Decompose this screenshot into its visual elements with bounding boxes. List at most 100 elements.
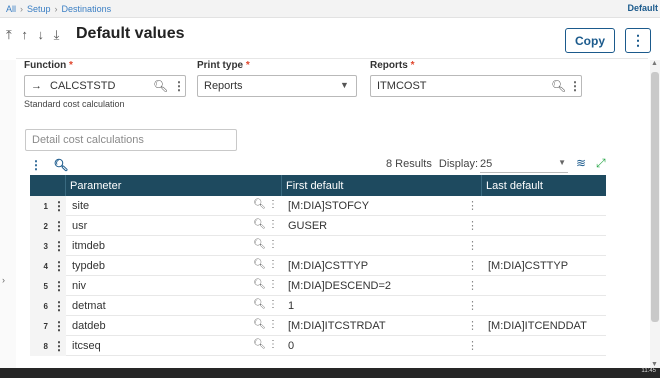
- parameter-cell-icons[interactable]: 🔍︎⋮: [253, 219, 280, 230]
- first-default-cell[interactable]: 1 ⋮: [282, 296, 482, 316]
- record-navigation-arrows[interactable]: ⤒ ↑ ↓ ⤓: [6, 27, 62, 43]
- table-row[interactable]: 6 ⋮ detmat 🔍︎⋮ 1 ⋮: [30, 296, 606, 316]
- scroll-thumb[interactable]: [651, 72, 659, 322]
- first-default-more-icon[interactable]: ⋮: [467, 199, 478, 212]
- first-default-cell[interactable]: [M:DIA]DESCEND=2 ⋮: [282, 276, 482, 296]
- grid-search-icon[interactable]: 🔍︎: [53, 158, 68, 172]
- row-actions-icon[interactable]: ⋮: [52, 216, 66, 236]
- first-default-cell[interactable]: ⋮: [282, 236, 482, 256]
- parameter-value: site: [72, 200, 90, 212]
- title-bar: ⤒ ↑ ↓ ⤓ Default values Copy ⋮: [0, 18, 660, 58]
- reports-value: ITMCOST: [377, 80, 427, 92]
- copy-button[interactable]: Copy: [565, 28, 615, 53]
- parameter-cell-icons[interactable]: 🔍︎⋮: [253, 279, 280, 290]
- parameter-cell[interactable]: typdeb 🔍︎⋮: [66, 256, 282, 276]
- row-number: 7: [30, 316, 52, 336]
- parameter-cell[interactable]: usr 🔍︎⋮: [66, 216, 282, 236]
- first-default-cell[interactable]: GUSER ⋮: [282, 216, 482, 236]
- parameter-value: typdeb: [72, 260, 106, 272]
- page-title: Default values: [76, 25, 185, 42]
- first-default-more-icon[interactable]: ⋮: [467, 219, 478, 232]
- first-default-cell[interactable]: [M:DIA]CSTTYP ⋮: [282, 256, 482, 276]
- row-number: 2: [30, 216, 52, 236]
- last-default-cell[interactable]: [482, 236, 606, 256]
- breadcrumb-separator: ›: [54, 3, 58, 14]
- last-default-cell[interactable]: [482, 336, 606, 356]
- parameter-value: niv: [72, 280, 87, 292]
- table-row[interactable]: 8 ⋮ itcseq 🔍︎⋮ 0 ⋮: [30, 336, 606, 356]
- first-default-more-icon[interactable]: ⋮: [467, 259, 478, 272]
- breadcrumb-item-setup[interactable]: Setup: [27, 4, 51, 14]
- parameter-cell[interactable]: niv 🔍︎⋮: [66, 276, 282, 296]
- table-row[interactable]: 5 ⋮ niv 🔍︎⋮ [M:DIA]DESCEND=2 ⋮: [30, 276, 606, 296]
- parameter-cell-icons[interactable]: 🔍︎⋮: [253, 199, 280, 210]
- parameter-cell-icons[interactable]: 🔍︎⋮: [253, 299, 280, 310]
- detail-cost-calculations-input[interactable]: [25, 129, 237, 151]
- print-type-select[interactable]: Reports ▼: [197, 75, 357, 97]
- chevron-down-icon: ▼: [558, 158, 566, 167]
- row-actions-icon[interactable]: ⋮: [52, 236, 66, 256]
- first-default-more-icon[interactable]: ⋮: [467, 239, 478, 252]
- parameter-cell[interactable]: site 🔍︎⋮: [66, 196, 282, 216]
- breadcrumb-item-destinations[interactable]: Destinations: [62, 4, 112, 14]
- first-default-more-icon[interactable]: ⋮: [467, 299, 478, 312]
- first-default-cell[interactable]: 0 ⋮: [282, 336, 482, 356]
- parameter-cell[interactable]: itcseq 🔍︎⋮: [66, 336, 282, 356]
- last-default-cell[interactable]: [M:DIA]ITCENDDAT: [482, 316, 606, 336]
- row-actions-icon[interactable]: ⋮: [52, 196, 66, 216]
- print-type-value: Reports: [204, 80, 243, 92]
- row-actions-icon[interactable]: ⋮: [52, 296, 66, 316]
- search-icon[interactable]: 🔍︎: [153, 79, 168, 93]
- first-default-more-icon[interactable]: ⋮: [467, 279, 478, 292]
- first-default-cell[interactable]: [M:DIA]STOFCY ⋮: [282, 196, 482, 216]
- first-default-more-icon[interactable]: ⋮: [467, 339, 478, 352]
- breadcrumb: All › Setup › Destinations Default: [0, 0, 660, 18]
- print-type-label: Print type *: [197, 60, 250, 71]
- last-default-value: [M:DIA]CSTTYP: [488, 260, 569, 272]
- last-default-cell[interactable]: [482, 196, 606, 216]
- last-default-cell[interactable]: [482, 276, 606, 296]
- reports-more-icon[interactable]: ⋮: [569, 79, 581, 93]
- parameter-cell[interactable]: detmat 🔍︎⋮: [66, 296, 282, 316]
- parameter-cell-icons[interactable]: 🔍︎⋮: [253, 259, 280, 270]
- last-default-cell[interactable]: [482, 296, 606, 316]
- parameter-cell-icons[interactable]: 🔍︎⋮: [253, 239, 280, 250]
- vertical-scrollbar[interactable]: ▲ ▼: [650, 60, 660, 368]
- function-more-icon[interactable]: ⋮: [173, 79, 185, 93]
- function-field[interactable]: → CALCSTSTD 🔍︎ ⋮: [24, 75, 186, 97]
- last-default-cell[interactable]: [M:DIA]CSTTYP: [482, 256, 606, 276]
- column-header-parameter[interactable]: Parameter: [66, 175, 282, 196]
- last-default-cell[interactable]: [482, 216, 606, 236]
- breadcrumb-separator: ›: [20, 3, 24, 14]
- display-count-select[interactable]: 25 ▼: [480, 158, 568, 173]
- column-header-last-default[interactable]: Last default: [482, 175, 606, 196]
- expand-icon[interactable]: ⤢: [596, 156, 606, 171]
- parameter-cell-icons[interactable]: 🔍︎⋮: [253, 339, 280, 350]
- first-default-value: [M:DIA]ITCSTRDAT: [288, 320, 386, 332]
- scroll-down-icon[interactable]: ▼: [651, 361, 658, 368]
- table-row[interactable]: 7 ⋮ datdeb 🔍︎⋮ [M:DIA]ITCSTRDAT ⋮ [M:DIA]ITCEN…: [30, 316, 606, 336]
- reports-field[interactable]: ITMCOST 🔍︎ ⋮: [370, 75, 582, 97]
- parameter-cell[interactable]: datdeb 🔍︎⋮: [66, 316, 282, 336]
- parameter-cell-icons[interactable]: 🔍︎⋮: [253, 319, 280, 330]
- table-row[interactable]: 3 ⋮ itmdeb 🔍︎⋮ ⋮: [30, 236, 606, 256]
- column-header-first-default[interactable]: First default: [282, 175, 482, 196]
- search-icon[interactable]: 🔍︎: [551, 79, 566, 93]
- more-actions-button[interactable]: ⋮: [625, 28, 651, 53]
- row-number: 6: [30, 296, 52, 316]
- first-default-more-icon[interactable]: ⋮: [467, 319, 478, 332]
- table-row[interactable]: 1 ⋮ site 🔍︎⋮ [M:DIA]STOFCY ⋮: [30, 196, 606, 216]
- parameter-cell[interactable]: itmdeb 🔍︎⋮: [66, 236, 282, 256]
- row-actions-icon[interactable]: ⋮: [52, 316, 66, 336]
- row-actions-icon[interactable]: ⋮: [52, 336, 66, 356]
- scroll-up-icon[interactable]: ▲: [651, 60, 658, 67]
- row-actions-icon[interactable]: ⋮: [52, 276, 66, 296]
- row-actions-icon[interactable]: ⋮: [52, 256, 66, 276]
- grid-more-icon[interactable]: ⋮: [30, 158, 42, 172]
- side-handle-icon[interactable]: ›: [2, 275, 5, 285]
- table-row[interactable]: 2 ⋮ usr 🔍︎⋮ GUSER ⋮: [30, 216, 606, 236]
- first-default-cell[interactable]: [M:DIA]ITCSTRDAT ⋮: [282, 316, 482, 336]
- table-row[interactable]: 4 ⋮ typdeb 🔍︎⋮ [M:DIA]CSTTYP ⋮ [M:DIA]CSTTYP: [30, 256, 606, 276]
- breadcrumb-item-all[interactable]: All: [6, 4, 16, 14]
- layers-icon[interactable]: ≋: [576, 156, 586, 170]
